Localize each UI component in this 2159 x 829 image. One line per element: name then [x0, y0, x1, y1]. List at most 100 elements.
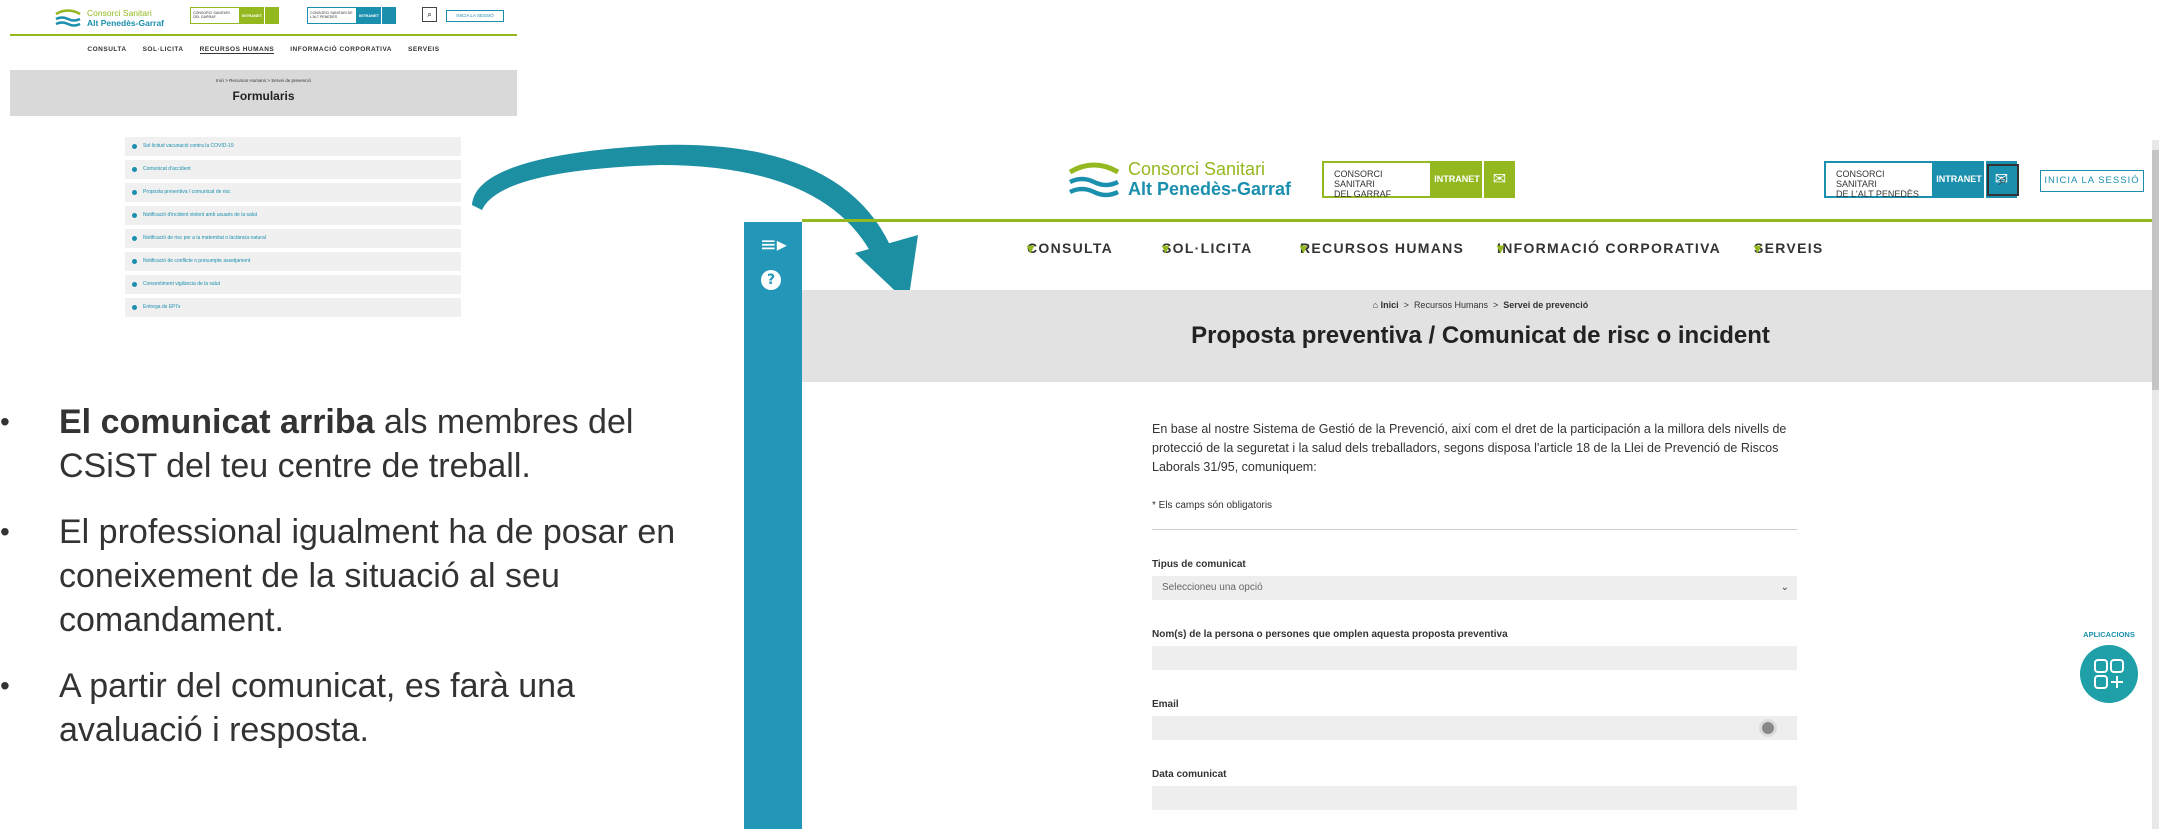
caret-down-icon: ▾: [1300, 240, 1309, 256]
intranet-penedes-button[interactable]: INTRANET: [1934, 161, 1984, 198]
mini-nav-item[interactable]: SERVEIS: [408, 46, 440, 54]
logo-line1: Consorci Sanitari: [1128, 159, 1266, 179]
intranet-penedes-text: CONSORCI SANITARI DE L'ALT PENEDÈS: [1824, 161, 1934, 199]
envelope-icon[interactable]: ✉: [1482, 161, 1515, 198]
mini-box2-intranet[interactable]: INTRANET: [357, 7, 381, 24]
intranet-garraf[interactable]: CONSORCI SANITARI DEL GARRAF INTRANET ✉: [1322, 161, 1515, 199]
breadcrumb-sep: >: [1403, 300, 1409, 310]
mini-nav-item-active[interactable]: RECURSOS HUMANS: [199, 46, 275, 54]
logo-line2: Alt Penedès-Garraf: [1128, 179, 1292, 199]
intranet-garraf-button[interactable]: INTRANET: [1432, 161, 1482, 198]
main-screenshot: ≡▸ ? Consorci Sanitari Alt Penedès-Garra…: [744, 140, 2159, 829]
help-icon[interactable]: ?: [761, 270, 781, 290]
nav-label: SOL·LICITA: [1162, 240, 1253, 256]
bullet-dot: •: [0, 406, 10, 437]
box1-line2: DEL GARRAF: [1334, 189, 1392, 199]
mini-envelope-icon[interactable]: [381, 7, 396, 24]
box2-line1: CONSORCI SANITARI: [1836, 169, 1885, 189]
mini-search-icon[interactable]: ⌕: [422, 7, 437, 22]
mini-list-item[interactable]: Proposta preventiva / comunicat de risc: [125, 183, 461, 202]
mini-banner: Inici > Recursos Humans > Servei de prev…: [10, 70, 517, 116]
site-logo[interactable]: Consorci Sanitari Alt Penedès-Garraf: [1068, 158, 1298, 202]
prevention-form: En base al nostre Sistema de Gestió de l…: [1152, 420, 1797, 810]
mini-header: Consorci Sanitari Alt Penedès-Garraf CON…: [10, 0, 517, 36]
mini-screenshot: Consorci Sanitari Alt Penedès-Garraf CON…: [10, 0, 517, 320]
apps-grid-icon: [2094, 659, 2124, 689]
caret-down-icon: ▾: [1027, 240, 1036, 256]
scrollbar[interactable]: [2152, 140, 2159, 829]
mini-login-button[interactable]: INICIA LA SESSIÓ: [446, 10, 504, 22]
bullet-text: A partir del comunicat, es farà una aval…: [59, 667, 575, 749]
mini-breadcrumb[interactable]: Inici > Recursos Humans > Servei de prev…: [10, 78, 517, 83]
menu-toggle-icon[interactable]: ≡▸: [760, 234, 787, 254]
login-button[interactable]: INICIA LA SESSIÓ: [2040, 170, 2144, 192]
breadcrumb-section[interactable]: Recursos Humans: [1414, 300, 1488, 310]
mini-list-item[interactable]: Sol·licitud vacunació contra la COVID-19: [125, 137, 461, 156]
apps-label: APLICACIONS: [2083, 630, 2135, 639]
logo-waves-icon: [1068, 162, 1120, 198]
noms-input[interactable]: [1152, 646, 1797, 670]
mini-list-item[interactable]: Notificació de conflicte o presumpte ass…: [125, 252, 461, 271]
bullet-text: El professional igualment ha de posar en…: [59, 513, 676, 639]
box2-line2: DE L'ALT PENEDÈS: [1836, 189, 1919, 199]
email-input[interactable]: [1152, 716, 1797, 740]
search-icon[interactable]: ⌕: [1987, 164, 2019, 196]
bullet-dot: •: [0, 670, 10, 701]
page-banner: ⌂ Inici > Recursos Humans > Servei de pr…: [802, 290, 2159, 382]
noms-label: Nom(s) de la persona o persones que ompl…: [1152, 629, 1508, 640]
box1-line1: CONSORCI SANITARI: [1334, 169, 1383, 189]
data-label: Data comunicat: [1152, 769, 1227, 780]
caret-down-icon: ▾: [1754, 240, 1763, 256]
mini-form-list: Sol·licitud vacunació contra la COVID-19…: [125, 137, 461, 321]
nav-label: INFORMACIÓ CORPORATIVA: [1497, 240, 1722, 256]
tipus-select-value: Seleccioneu una opció: [1162, 582, 1263, 593]
data-input[interactable]: [1152, 786, 1797, 810]
mini-box2-text: CONSORCI SANITARI DE L'ALT PENEDÈS: [307, 7, 357, 24]
breadcrumb-sep: >: [1492, 300, 1499, 310]
intranet-garraf-text: CONSORCI SANITARI DEL GARRAF: [1322, 161, 1432, 199]
bullet-strong: El comunicat arriba: [59, 403, 375, 441]
mini-logo[interactable]: Consorci Sanitari Alt Penedès-Garraf: [55, 6, 180, 30]
mini-list-item[interactable]: Notificació de risc per a la maternitat …: [125, 229, 461, 248]
apps-widget[interactable]: APLICACIONS: [2074, 630, 2144, 710]
mini-logo-line2: Alt Penedès-Garraf: [87, 18, 164, 28]
bullet-item: • A partir del comunicat, es farà una av…: [0, 664, 700, 752]
sidebar: ≡▸ ?: [744, 222, 802, 829]
mini-list-item[interactable]: Entrega de EPI's: [125, 298, 461, 317]
required-note: * Els camps són obligatoris: [1152, 500, 1797, 530]
mini-intranet-garraf[interactable]: CONSORCI SANITARI DEL GARRAF INTRANET: [190, 7, 279, 24]
nav-label: RECURSOS HUMANS: [1300, 240, 1465, 256]
breadcrumb-current: Servei de prevenció: [1503, 300, 1589, 310]
logo-waves-icon: [55, 9, 81, 27]
tipus-label: Tipus de comunicat: [1152, 559, 1246, 570]
mini-intranet-penedes[interactable]: CONSORCI SANITARI DE L'ALT PENEDÈS INTRA…: [307, 7, 396, 24]
mini-nav-item[interactable]: SOL·LICITA: [143, 46, 184, 54]
mini-envelope-icon[interactable]: [264, 7, 279, 24]
mini-nav: CONSULTA SOL·LICITA RECURSOS HUMANS INFO…: [10, 46, 517, 54]
caret-down-icon: ▾: [1162, 240, 1171, 256]
page-title: Proposta preventiva / Comunicat de risc …: [1191, 322, 1770, 349]
bullet-list: • El comunicat arriba als membres del CS…: [0, 400, 700, 774]
mini-list-item[interactable]: Notificació d'incident violent amb usuar…: [125, 206, 461, 225]
mini-list-item[interactable]: Consentiment vigilància de la salut: [125, 275, 461, 294]
nav-label: CONSULTA: [1027, 240, 1114, 256]
bullet-item: • El comunicat arriba als membres del CS…: [0, 400, 700, 488]
autofill-key-icon[interactable]: [1759, 719, 1777, 737]
mini-nav-item[interactable]: CONSULTA: [87, 46, 126, 54]
nav-label: SERVEIS: [1754, 240, 1824, 256]
breadcrumb: ⌂ Inici > Recursos Humans > Servei de pr…: [802, 300, 2159, 310]
mini-nav-item[interactable]: INFORMACIÓ CORPORATIVA: [290, 46, 392, 54]
mini-box1-intranet[interactable]: INTRANET: [240, 7, 264, 24]
form-intro: En base al nostre Sistema de Gestió de l…: [1152, 422, 1787, 474]
mini-list-item[interactable]: Comunicat d'accident: [125, 160, 461, 179]
scrollbar-thumb[interactable]: [2152, 150, 2159, 390]
breadcrumb-home[interactable]: Inici: [1381, 300, 1399, 310]
tipus-select[interactable]: Seleccioneu una opció ⌄: [1152, 576, 1797, 600]
bullet-dot: •: [0, 516, 10, 547]
apps-button[interactable]: [2080, 645, 2138, 703]
chevron-down-icon: ⌄: [1780, 582, 1789, 593]
mini-page-title: Formularis: [232, 89, 295, 103]
bullet-item: • El professional igualment ha de posar …: [0, 510, 700, 642]
home-icon[interactable]: ⌂: [1373, 300, 1378, 310]
mini-logo-line1: Consorci Sanitari: [87, 8, 152, 18]
